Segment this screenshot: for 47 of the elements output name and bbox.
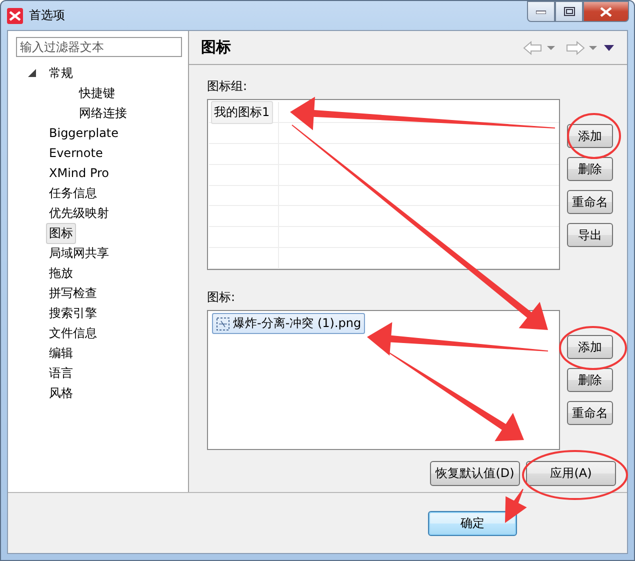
action-button[interactable]: 应用(A) — [526, 461, 616, 486]
annotation-circle — [559, 326, 627, 370]
annotation-arrow — [505, 488, 527, 523]
page-title: 图标 — [201, 38, 232, 57]
close-icon — [600, 6, 612, 16]
action-button[interactable]: 导出 — [567, 223, 613, 247]
tree-item[interactable]: 网络连接 — [76, 102, 130, 124]
action-button[interactable]: 添加 — [567, 124, 613, 148]
action-button[interactable]: 添加 — [567, 335, 613, 359]
minimize-icon — [536, 10, 546, 14]
tree-item[interactable]: 拖放 — [46, 262, 76, 284]
tree-item[interactable]: 局域网共享 — [46, 242, 112, 264]
tree-item[interactable]: Evernote — [46, 144, 106, 162]
ok-button[interactable]: 确定 — [428, 511, 517, 536]
maximize-button[interactable] — [555, 1, 583, 22]
tree-item[interactable]: Biggerplate — [46, 124, 122, 142]
window-title: 首选项 — [29, 7, 65, 24]
action-button[interactable]: 删除 — [567, 157, 613, 181]
tree-item[interactable]: 风格 — [46, 382, 76, 404]
minimize-button[interactable] — [527, 1, 555, 22]
expanded-triangle-icon[interactable] — [28, 69, 36, 77]
close-button[interactable] — [583, 1, 629, 22]
tree-item[interactable]: 语言 — [46, 362, 76, 384]
section-label: 图标组: — [207, 78, 248, 95]
action-button[interactable]: 恢复默认值(D) — [430, 461, 520, 486]
maximize-icon — [564, 7, 574, 16]
app-logo-icon — [7, 8, 23, 24]
tree-item[interactable]: 优先级映射 — [46, 202, 112, 224]
action-button[interactable]: 重命名 — [567, 190, 613, 214]
tree-item[interactable]: 图标 — [46, 222, 76, 244]
section-label: 图标: — [207, 289, 236, 306]
action-button[interactable]: 重命名 — [567, 401, 613, 425]
tree-item[interactable]: XMind Pro — [46, 164, 112, 182]
tree-item[interactable]: 任务信息 — [46, 182, 100, 204]
tree-item[interactable]: 拼写检查 — [46, 282, 100, 304]
filter-field[interactable]: 输入过滤器文本 — [16, 37, 182, 57]
action-button[interactable]: 删除 — [567, 368, 613, 392]
tree-item[interactable]: 快捷键 — [76, 82, 118, 104]
table-row[interactable]: 我的图标1 — [211, 100, 273, 124]
tree-item[interactable]: 常规 — [46, 62, 76, 84]
annotation-circle — [567, 113, 621, 159]
tree-item[interactable]: 编辑 — [46, 342, 76, 364]
image-placeholder-icon — [216, 316, 230, 330]
tree-item[interactable]: 文件信息 — [46, 322, 100, 344]
navigation-arrows-icon[interactable] — [523, 40, 615, 54]
list-item[interactable]: 爆炸-分离-冲突 (1).png — [212, 313, 366, 334]
tree-item[interactable]: 搜索引擎 — [46, 302, 100, 324]
